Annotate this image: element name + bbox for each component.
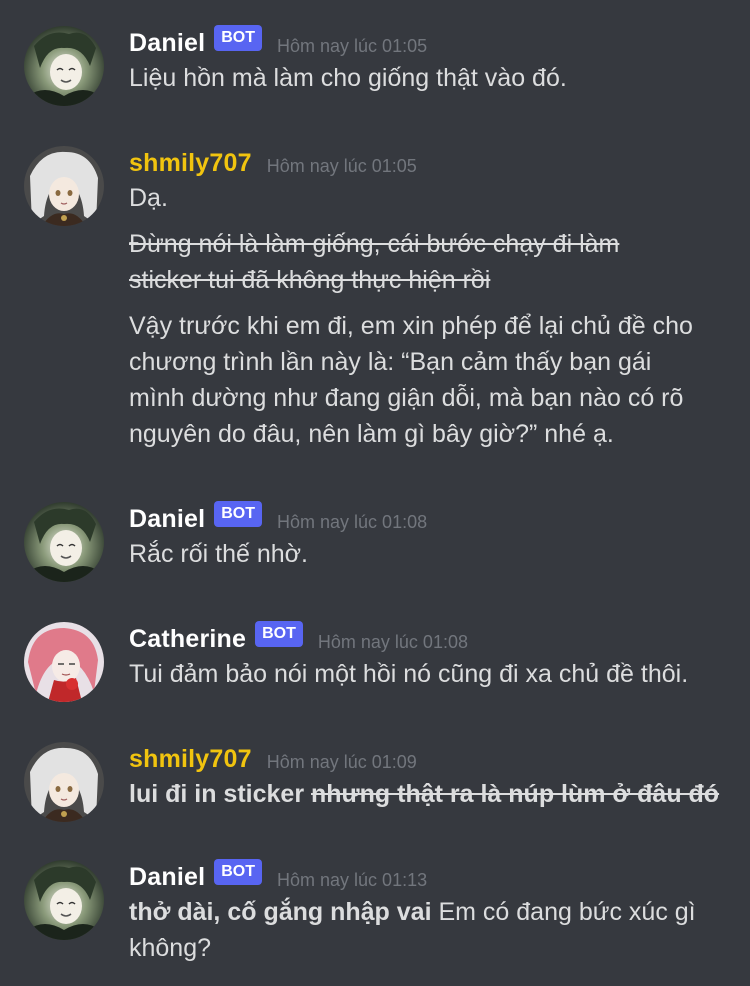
message-text: Rắc rối thế nhờ. <box>129 540 308 568</box>
username[interactable]: Catherine <box>129 625 246 654</box>
bot-badge: BOT <box>214 501 263 527</box>
bold-text: lui đi in sticker <box>129 780 311 808</box>
message-header: Daniel BOT Hôm nay lúc 01:13 <box>129 859 740 894</box>
message-text: không? <box>129 934 212 962</box>
avatar[interactable] <box>24 502 104 582</box>
timestamp[interactable]: Hôm nay lúc 01:08 <box>277 512 427 533</box>
avatar[interactable] <box>24 742 104 822</box>
message-header: Daniel BOT Hôm nay lúc 01:05 <box>129 25 740 60</box>
timestamp[interactable]: Hôm nay lúc 01:05 <box>267 156 417 177</box>
message-text: chương trình lần này là: “Bạn cảm thấy b… <box>129 348 652 376</box>
bold-text: thở dài, cố gắng nhập vai <box>129 898 432 926</box>
bot-badge: BOT <box>255 621 303 647</box>
message-header: shmily707 Hôm nay lúc 01:05 <box>129 146 740 180</box>
timestamp[interactable]: Hôm nay lúc 01:08 <box>318 632 468 653</box>
bot-badge: BOT <box>214 859 263 885</box>
avatar[interactable] <box>24 26 104 106</box>
username[interactable]: shmily707 <box>129 745 252 774</box>
username[interactable]: shmily707 <box>129 149 252 178</box>
username[interactable]: Daniel <box>129 505 205 534</box>
message-header: Daniel BOT Hôm nay lúc 01:08 <box>129 501 740 536</box>
message-text: Liệu hồn mà làm cho giống thật vào đó. <box>129 64 567 92</box>
avatar[interactable] <box>24 622 104 702</box>
bold-strikethrough-text: nhưng thật ra là núp lùm ở đâu đó <box>311 780 720 808</box>
message-text: thở dài, cố gắng nhập vai Em có đang bức… <box>129 894 740 930</box>
message-text: nguyên do đâu, nên làm gì bây giờ?” nhé … <box>129 420 614 448</box>
strikethrough-text: sticker tui đã không thực hiện rồi <box>129 266 491 294</box>
message-text: lui đi in sticker nhưng thật ra là núp l… <box>129 776 740 812</box>
message-header: Catherine BOT Hôm nay lúc 01:08 <box>129 621 740 656</box>
message-header: shmily707 Hôm nay lúc 01:09 <box>129 742 740 776</box>
timestamp[interactable]: Hôm nay lúc 01:13 <box>277 870 427 891</box>
message-text: mình dường như đang giận dỗi, mà bạn nào… <box>129 384 684 412</box>
message-text: Vậy trước khi em đi, em xin phép để lại … <box>129 312 693 340</box>
strikethrough-text: Đừng nói là làm giống, cái bước chạy đi … <box>129 230 620 258</box>
message-text: Tui đảm bảo nói một hồi nó cũng đi xa ch… <box>129 660 689 688</box>
username[interactable]: Daniel <box>129 29 205 58</box>
bot-badge: BOT <box>214 25 263 51</box>
avatar[interactable] <box>24 860 104 940</box>
username[interactable]: Daniel <box>129 863 205 892</box>
avatar[interactable] <box>24 146 104 226</box>
message-text: Dạ. <box>129 184 168 212</box>
timestamp[interactable]: Hôm nay lúc 01:09 <box>267 752 417 773</box>
message-text-span: Em có đang bức xúc gì <box>431 898 696 926</box>
timestamp[interactable]: Hôm nay lúc 01:05 <box>277 36 427 57</box>
